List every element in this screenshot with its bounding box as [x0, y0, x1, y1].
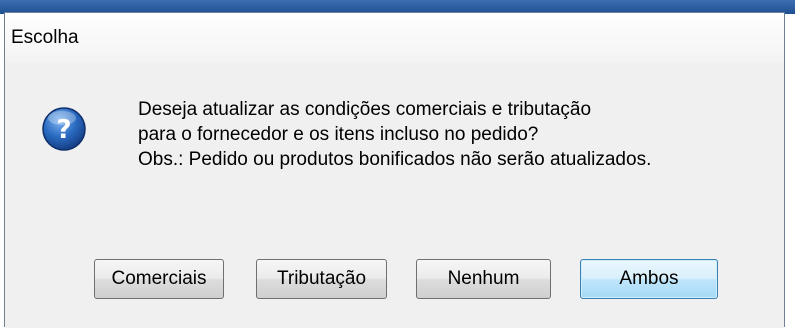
message-line-1: Deseja atualizar as condições comerciais… [138, 99, 592, 120]
comerciais-button[interactable]: Comerciais [94, 259, 224, 299]
question-icon: ? [42, 107, 86, 151]
message-line-2: para o fornecedor e os itens incluso no … [138, 124, 539, 145]
message-line-3: Obs.: Pedido ou produtos bonificados não… [138, 149, 652, 170]
nenhum-button[interactable]: Nenhum [416, 259, 551, 299]
dialog-title: Escolha [11, 27, 79, 48]
ambos-button[interactable]: Ambos [580, 259, 718, 299]
svg-text:?: ? [56, 115, 71, 145]
choice-dialog: Escolha ? Deseja atualizar as condições … [4, 12, 785, 328]
title-bar[interactable]: Escolha [5, 13, 784, 64]
dialog-body: ? Deseja atualizar as condições comercia… [5, 63, 784, 328]
tributacao-button[interactable]: Tributação [256, 259, 387, 299]
message-text: Deseja atualizar as condições comerciais… [138, 97, 651, 172]
